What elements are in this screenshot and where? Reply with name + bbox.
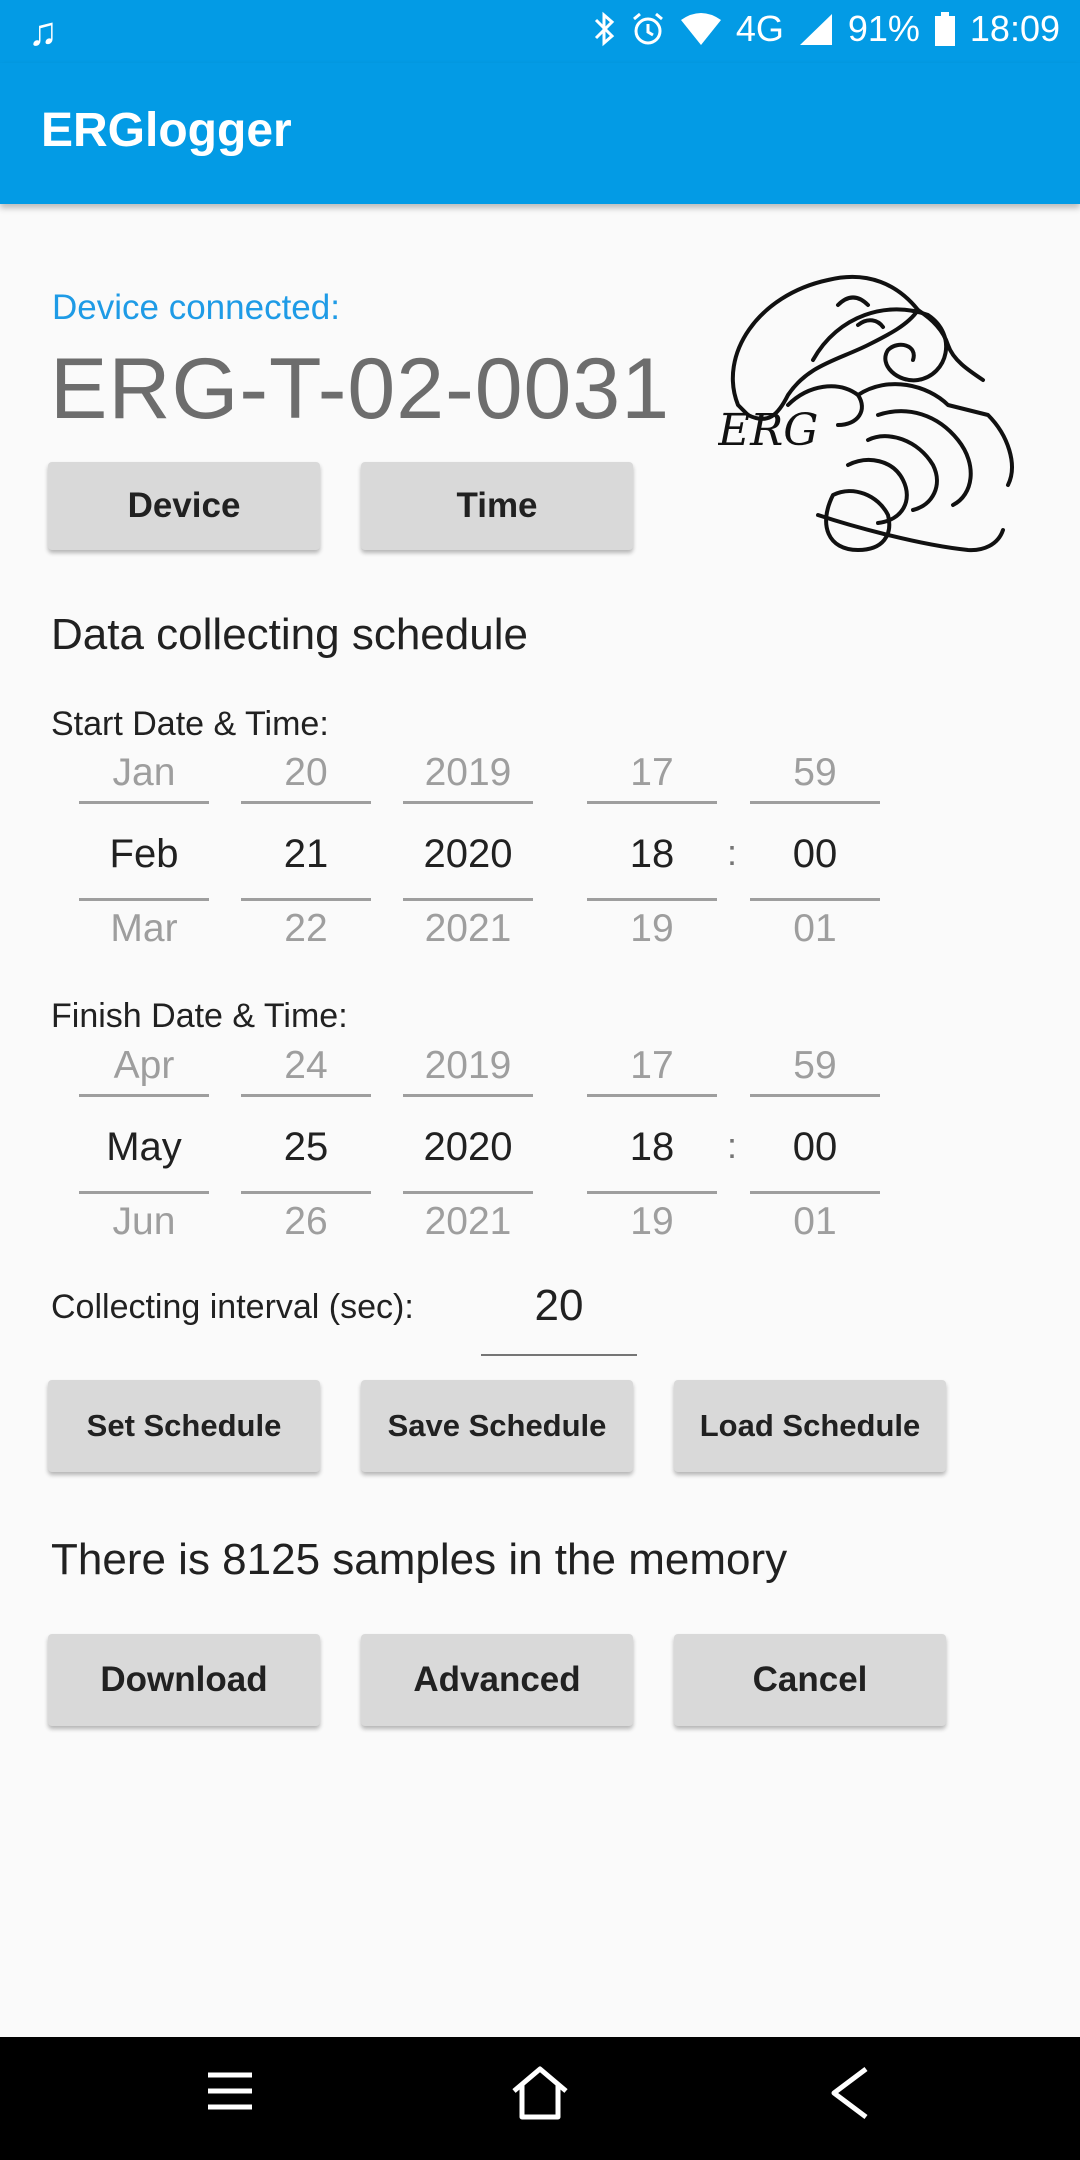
finish-year-picker[interactable]: 2019 2020 2021: [403, 1038, 533, 1250]
logo-text: ERG: [718, 405, 818, 456]
schedule-title: Data collecting schedule: [51, 610, 528, 659]
set-schedule-button[interactable]: Set Schedule: [48, 1380, 320, 1472]
bluetooth-icon: [594, 11, 615, 47]
picker-next-value[interactable]: Jun: [79, 1194, 209, 1250]
picker-current-value[interactable]: 2020: [403, 801, 533, 901]
cancel-button[interactable]: Cancel: [674, 1634, 946, 1726]
picker-current-value[interactable]: 2020: [403, 1094, 533, 1194]
picker-prev-value[interactable]: 24: [241, 1038, 371, 1094]
picker-next-value[interactable]: 01: [750, 901, 880, 957]
app-title: ERGlogger: [41, 104, 292, 157]
start-hour-picker[interactable]: 17 18 19: [587, 745, 717, 957]
picker-current-value[interactable]: May: [79, 1094, 209, 1194]
signal-icon: [799, 14, 832, 45]
picker-next-value[interactable]: 01: [750, 1194, 880, 1250]
start-month-picker[interactable]: Jan Feb Mar: [79, 745, 209, 957]
picker-next-value[interactable]: 22: [241, 901, 371, 957]
picker-prev-value[interactable]: 59: [750, 1038, 880, 1094]
clock-time: 18:09: [969, 8, 1060, 49]
picker-prev-value[interactable]: 2019: [403, 745, 533, 801]
finish-month-picker[interactable]: Apr May Jun: [79, 1038, 209, 1250]
network-type: 4G: [735, 8, 784, 49]
picker-prev-value[interactable]: 17: [587, 745, 717, 801]
picker-next-value[interactable]: 2021: [403, 901, 533, 957]
picker-next-value[interactable]: Mar: [79, 901, 209, 957]
picker-next-value[interactable]: 26: [241, 1194, 371, 1250]
interval-input[interactable]: 20: [481, 1270, 637, 1356]
advanced-button[interactable]: Advanced: [361, 1634, 633, 1726]
picker-next-value[interactable]: 19: [587, 1194, 717, 1250]
finish-day-picker[interactable]: 24 25 26: [241, 1038, 371, 1250]
device-connected-label: Device connected:: [52, 288, 340, 327]
finish-hour-picker[interactable]: 17 18 19: [587, 1038, 717, 1250]
picker-current-value[interactable]: 00: [750, 1094, 880, 1194]
picker-current-value[interactable]: 18: [587, 1094, 717, 1194]
erg-logo: ERG: [718, 274, 1014, 553]
navigation-bar: [0, 2037, 1080, 2160]
back-icon[interactable]: [828, 2065, 872, 2121]
picker-current-value[interactable]: 00: [750, 801, 880, 901]
start-year-picker[interactable]: 2019 2020 2021: [403, 745, 533, 957]
finish-minute-picker[interactable]: 59 00 01: [750, 1038, 880, 1250]
wifi-icon: [680, 13, 721, 45]
picker-next-value[interactable]: 19: [587, 901, 717, 957]
picker-prev-value[interactable]: 20: [241, 745, 371, 801]
menu-icon[interactable]: [204, 2065, 256, 2117]
finish-date-time-label: Finish Date & Time:: [51, 997, 348, 1035]
interval-label: Collecting interval (sec):: [51, 1288, 414, 1326]
home-icon[interactable]: [510, 2065, 570, 2121]
picker-prev-value[interactable]: Jan: [79, 745, 209, 801]
picker-prev-value[interactable]: Apr: [79, 1038, 209, 1094]
picker-current-value[interactable]: Feb: [79, 801, 209, 901]
start-day-picker[interactable]: 20 21 22: [241, 745, 371, 957]
picker-prev-value[interactable]: 17: [587, 1038, 717, 1094]
status-bar: ♫ 4G 91% 18:09: [0, 0, 1080, 63]
picker-next-value[interactable]: 2021: [403, 1194, 533, 1250]
save-schedule-button[interactable]: Save Schedule: [361, 1380, 633, 1472]
start-minute-picker[interactable]: 59 00 01: [750, 745, 880, 957]
status-icons: 4G 91% 18:09: [592, 8, 1060, 50]
time-separator: :: [727, 832, 738, 873]
picker-prev-value[interactable]: 59: [750, 745, 880, 801]
battery-percentage: 91%: [847, 8, 920, 49]
app-bar: ERGlogger: [0, 63, 1080, 204]
memory-status: There is 8125 samples in the memory: [51, 1535, 788, 1584]
load-schedule-button[interactable]: Load Schedule: [674, 1380, 946, 1472]
time-button[interactable]: Time: [361, 462, 633, 550]
music-note-icon: ♫: [28, 10, 58, 54]
picker-prev-value[interactable]: 2019: [403, 1038, 533, 1094]
battery-icon: [934, 12, 955, 46]
device-button[interactable]: Device: [48, 462, 320, 550]
alarm-icon: [632, 12, 663, 45]
picker-current-value[interactable]: 18: [587, 801, 717, 901]
start-date-time-label: Start Date & Time:: [51, 705, 329, 743]
download-button[interactable]: Download: [48, 1634, 320, 1726]
picker-current-value[interactable]: 25: [241, 1094, 371, 1194]
picker-current-value[interactable]: 21: [241, 801, 371, 901]
time-separator: :: [727, 1125, 738, 1166]
device-name: ERG-T-02-0031: [50, 341, 671, 437]
